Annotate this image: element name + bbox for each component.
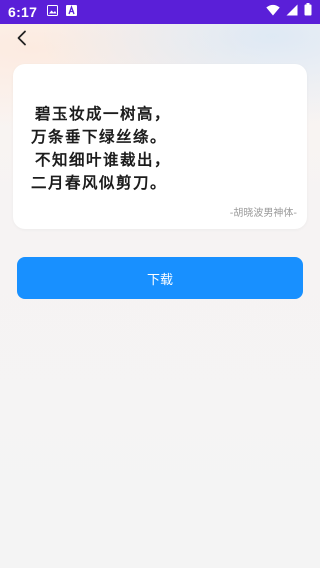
chevron-left-icon bbox=[16, 30, 28, 50]
photo-notification-icon bbox=[47, 3, 59, 21]
battery-icon bbox=[304, 3, 312, 21]
download-button[interactable]: 下载 bbox=[17, 257, 303, 299]
poem-line: 不知细叶谁裁出， bbox=[35, 150, 172, 169]
font-name-label: -胡晓波男神体- bbox=[229, 208, 297, 219]
poem-preview: 碧玉妆成一树高， 万条垂下绿丝绦。 不知细叶谁裁出， 二月春风似剪刀。 bbox=[31, 102, 289, 194]
poem-line: 二月春风似剪刀。 bbox=[31, 173, 168, 192]
back-button[interactable] bbox=[10, 28, 34, 52]
font-preview-card: 碧玉妆成一树高， 万条垂下绿丝绦。 不知细叶谁裁出， 二月春风似剪刀。 -胡晓波… bbox=[13, 64, 307, 229]
a-notification-icon bbox=[66, 3, 78, 21]
wifi-icon bbox=[266, 3, 280, 21]
status-bar: 6:17 bbox=[0, 0, 320, 24]
poem-line: 万条垂下绿丝绦。 bbox=[31, 127, 168, 146]
cellular-signal-icon bbox=[286, 3, 298, 21]
poem-line: 碧玉妆成一树高， bbox=[35, 104, 172, 123]
status-time: 6:17 bbox=[8, 4, 38, 20]
